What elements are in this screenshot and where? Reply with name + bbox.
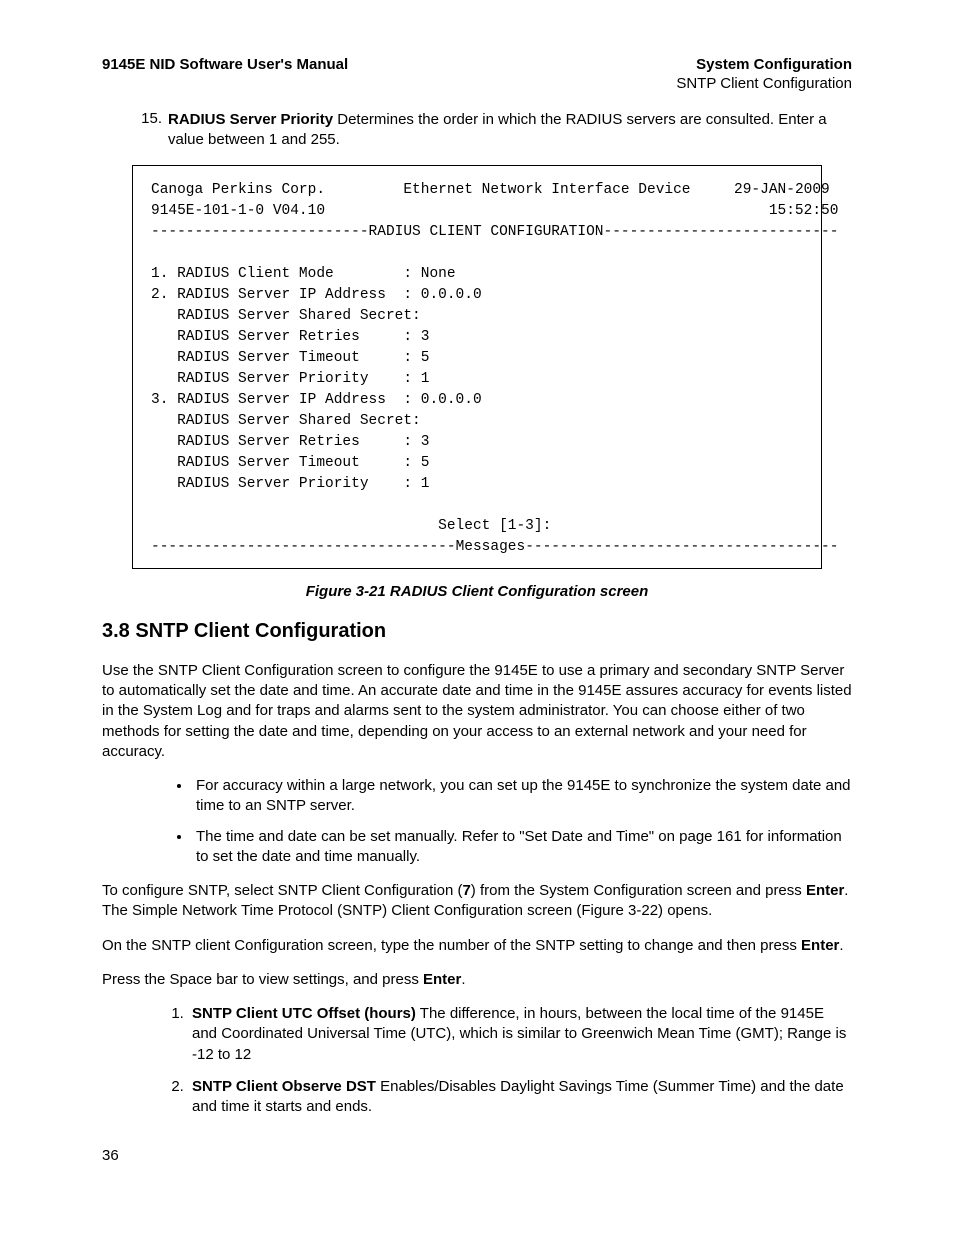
term-r1: 1. RADIUS Client Mode : None xyxy=(151,266,456,282)
bullet-list: For accuracy within a large network, you… xyxy=(102,776,852,867)
header-title-left: 9145E NID Software User's Manual xyxy=(102,56,348,73)
bullet-2: The time and date can be set manually. R… xyxy=(192,827,852,868)
term-r7: 3. RADIUS Server IP Address : 0.0.0.0 xyxy=(151,392,482,408)
list-item-15: 15. RADIUS Server Priority Determines th… xyxy=(102,110,852,151)
page-header: 9145E NID Software User's Manual System … xyxy=(102,56,852,73)
header-subtitle: SNTP Client Configuration xyxy=(102,75,852,92)
term-r6: RADIUS Server Priority : 1 xyxy=(151,371,429,387)
bullet-1: For accuracy within a large network, you… xyxy=(192,776,852,817)
term-select: Select [1-3]: xyxy=(151,518,551,534)
numbered-item-1: SNTP Client UTC Offset (hours) The diffe… xyxy=(188,1004,852,1065)
header-title-right: System Configuration xyxy=(696,56,852,73)
section-heading: 3.8 SNTP Client Configuration xyxy=(102,620,852,643)
term-divider-msg: -----------------------------------Messa… xyxy=(151,539,838,555)
term-r4: RADIUS Server Retries : 3 xyxy=(151,329,429,345)
list-item-text: RADIUS Server Priority Determines the or… xyxy=(168,110,852,151)
term-r9: RADIUS Server Retries : 3 xyxy=(151,434,429,450)
paragraph-4: Press the Space bar to view settings, an… xyxy=(102,970,852,990)
page-container: 9145E NID Software User's Manual System … xyxy=(0,0,954,1194)
term-r8: RADIUS Server Shared Secret: xyxy=(151,413,421,429)
paragraph-3: On the SNTP client Configuration screen,… xyxy=(102,936,852,956)
numbered-item-2: SNTP Client Observe DST Enables/Disables… xyxy=(188,1077,852,1118)
paragraph-1: Use the SNTP Client Configuration screen… xyxy=(102,661,852,762)
page-number: 36 xyxy=(102,1147,852,1164)
term-divider-top: -------------------------RADIUS CLIENT C… xyxy=(151,224,838,240)
term-line2: 9145E-101-1-0 V04.10 15:52:50 xyxy=(151,203,838,219)
term-r3: RADIUS Server Shared Secret: xyxy=(151,308,421,324)
figure-caption: Figure 3-21 RADIUS Client Configuration … xyxy=(102,583,852,600)
term-r11: RADIUS Server Priority : 1 xyxy=(151,476,429,492)
term-r10: RADIUS Server Timeout : 5 xyxy=(151,455,429,471)
term-r5: RADIUS Server Timeout : 5 xyxy=(151,350,429,366)
list-item-bold: RADIUS Server Priority xyxy=(168,111,333,128)
paragraph-2: To configure SNTP, select SNTP Client Co… xyxy=(102,881,852,922)
term-r2: 2. RADIUS Server IP Address : 0.0.0.0 xyxy=(151,287,482,303)
term-line1: Canoga Perkins Corp. Ethernet Network In… xyxy=(151,182,830,198)
terminal-screen: Canoga Perkins Corp. Ethernet Network In… xyxy=(132,165,822,569)
numbered-list: SNTP Client UTC Offset (hours) The diffe… xyxy=(102,1004,852,1117)
list-item-number: 15. xyxy=(102,110,168,151)
